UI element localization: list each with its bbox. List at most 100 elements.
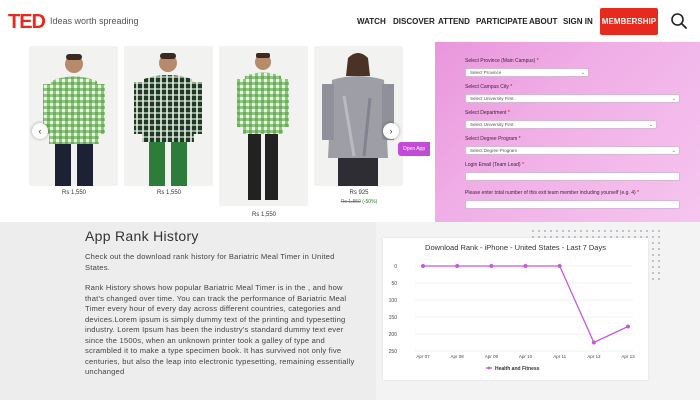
province-select[interactable]: Select Province ⌄ (465, 68, 589, 77)
decoration-dot (658, 248, 660, 250)
decoration-dot (652, 266, 654, 268)
x-tick-label: Apr 07 (416, 354, 430, 359)
decoration-dot (658, 266, 660, 268)
section-title: App Rank History (85, 228, 199, 244)
y-tick-label: 150 (389, 315, 398, 321)
degree-label: Select Degree Program * (465, 136, 521, 142)
degree-select[interactable]: Select Degree Program ⌄ (465, 146, 680, 155)
decoration-dot (658, 242, 660, 244)
chevron-down-icon: ⌄ (648, 122, 653, 128)
decoration-dot (610, 230, 612, 232)
old-price: Rs 1,850 (340, 199, 361, 205)
x-tick-label: Apr 13 (621, 354, 635, 359)
decoration-dot (658, 254, 660, 256)
department-select[interactable]: Select University First ⌄ (465, 120, 657, 129)
site-header: TED Ideas worth spreading WATCH DISCOVER… (0, 0, 700, 42)
data-point (489, 264, 494, 268)
department-select-value: Select University First (470, 122, 514, 127)
product-image-check-shirt-full[interactable] (219, 46, 308, 206)
degree-select-value: Select Degree Program (470, 148, 518, 153)
chevron-down-icon: ⌄ (671, 148, 676, 154)
section-body: Rank History shows how popular Bariatric… (85, 283, 355, 376)
required-mark: * (536, 58, 539, 64)
required-mark: * (521, 162, 524, 168)
decoration-dot (652, 236, 654, 238)
open-app-button[interactable]: Open App (398, 142, 430, 156)
x-tick-label: Apr 12 (587, 354, 601, 359)
required-mark: * (507, 110, 510, 116)
decoration-dot (562, 230, 564, 232)
decoration-dot (628, 230, 630, 232)
membership-button[interactable]: MEMBERSHIP (600, 8, 658, 35)
product-carousel: Rs 1,550 Rs 1,550 Rs 1,550 Rs 925 Rs 1,8… (0, 42, 432, 222)
chevron-down-icon: ⌄ (671, 96, 676, 102)
decoration-dot (592, 230, 594, 232)
product-price: Rs 1,550 (251, 212, 276, 218)
email-label: Login Email (Team Lead) * (465, 162, 524, 168)
nav-attend[interactable]: ATTEND (438, 17, 470, 26)
decoration-dot (652, 230, 654, 232)
registration-form: Select Province (Main Campus) * Select P… (435, 42, 700, 222)
city-select[interactable]: Select University First ⌄ (465, 94, 680, 103)
required-mark: * (518, 136, 521, 142)
y-tick-label: 250 (389, 349, 398, 355)
x-tick-label: Apr 11 (553, 354, 566, 359)
decoration-dot (586, 230, 588, 232)
search-icon[interactable] (670, 12, 688, 30)
nav-participate[interactable]: PARTICIPATE (476, 17, 528, 26)
nav-about[interactable]: ABOUT (529, 17, 557, 26)
chart-title: Download Rank - iPhone - United States -… (425, 243, 606, 252)
product-old-price: Rs 1,850 (-50%) (314, 199, 404, 205)
email-label-text: Login Email (Team Lead) (465, 162, 521, 168)
members-count-field[interactable] (465, 200, 680, 209)
email-field[interactable] (465, 172, 680, 181)
nav-watch[interactable]: WATCH (357, 17, 386, 26)
province-select-value: Select Province (470, 70, 502, 75)
decoration-dot (598, 230, 600, 232)
required-mark: * (510, 84, 513, 90)
data-point (523, 264, 528, 268)
decoration-dot (574, 230, 576, 232)
decoration-dot (568, 230, 570, 232)
carousel-prev-button[interactable]: ‹ (32, 123, 48, 139)
decoration-dot (652, 242, 654, 244)
ted-logo[interactable]: TED (8, 11, 46, 34)
carousel-next-button[interactable]: › (383, 123, 399, 139)
decoration-dot (640, 230, 642, 232)
decoration-dot (652, 272, 654, 274)
legend-label: Health and Fitness (495, 366, 540, 372)
product-price: Rs 1,550 (61, 190, 86, 196)
nav-discover[interactable]: DISCOVER (393, 17, 435, 26)
x-tick-label: Apr 10 (519, 354, 533, 359)
section-intro: Check out the download rank history for … (85, 252, 335, 272)
discount: (-50%) (362, 199, 378, 205)
decoration-dot (658, 260, 660, 262)
data-point (591, 340, 596, 345)
decoration-dot (532, 230, 534, 232)
y-tick-label: 200 (389, 332, 398, 338)
product-image-grey-satin-shirt[interactable] (314, 46, 403, 186)
city-label-text: Select Campus City (465, 84, 509, 90)
data-point (455, 264, 460, 268)
data-point (626, 324, 630, 329)
x-tick-label: Apr 08 (451, 354, 465, 359)
chevron-down-icon: ⌄ (580, 70, 585, 76)
decoration-dot (634, 230, 636, 232)
department-label-text: Select Department (465, 110, 507, 116)
product-image-dark-check-shirt[interactable] (124, 46, 213, 186)
members-label-text: Please enter total number of this exit t… (465, 190, 636, 196)
decoration-dot (646, 230, 648, 232)
city-select-value: Select University First (470, 96, 514, 101)
product-price: Rs 1,550 (156, 190, 181, 196)
decoration-dot (652, 254, 654, 256)
nav-sign-in[interactable]: SIGN IN (563, 17, 593, 26)
province-label: Select Province (Main Campus) * (465, 58, 539, 64)
decoration-dot (580, 230, 582, 232)
product-image-green-check-shirt[interactable] (29, 46, 118, 186)
decoration-dot (658, 272, 660, 274)
required-mark: * (637, 190, 639, 196)
department-label: Select Department * (465, 110, 510, 116)
legend-marker (487, 366, 491, 370)
decoration-dot (604, 230, 606, 232)
product-price: Rs 925 (349, 190, 369, 196)
